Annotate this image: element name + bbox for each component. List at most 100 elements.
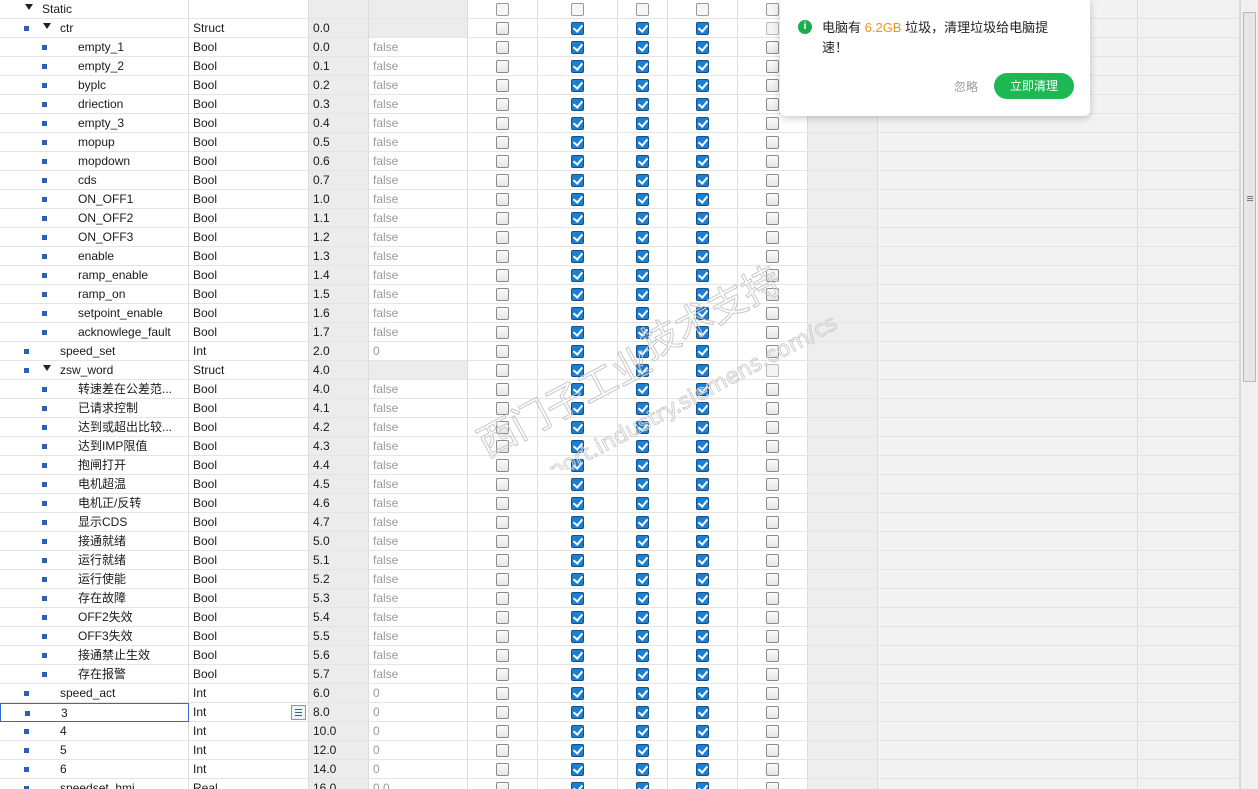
name-cell[interactable]: OFF3失效 <box>0 627 189 646</box>
hmi-access-checkbox[interactable] <box>571 516 584 529</box>
type-cell[interactable]: Bool <box>189 532 309 551</box>
hmi-access-checkbox[interactable] <box>571 326 584 339</box>
hmi-access-checkbox[interactable] <box>571 440 584 453</box>
variable-row[interactable]: ON_OFF2 Bool 1.1 false <box>0 209 1240 228</box>
default-cell[interactable]: false <box>369 114 468 133</box>
retain-checkbox[interactable] <box>496 22 509 35</box>
hmi-write-checkbox[interactable] <box>636 630 649 643</box>
comment-cell[interactable] <box>878 646 1138 665</box>
comment-cell[interactable] <box>878 418 1138 437</box>
type-cell[interactable]: Bool <box>189 475 309 494</box>
variable-row[interactable]: setpoint_enable Bool 1.6 false <box>0 304 1240 323</box>
hmi-access-checkbox[interactable] <box>571 364 584 377</box>
hmi-visible-checkbox[interactable] <box>696 79 709 92</box>
setpoint-checkbox[interactable] <box>766 763 779 776</box>
default-cell[interactable]: false <box>369 95 468 114</box>
hmi-visible-checkbox[interactable] <box>696 497 709 510</box>
hmi-write-checkbox[interactable] <box>636 117 649 130</box>
retain-checkbox[interactable] <box>496 364 509 377</box>
variable-row[interactable]: 存在报警 Bool 5.7 false <box>0 665 1240 684</box>
default-cell[interactable]: 0 <box>369 741 468 760</box>
name-cell[interactable]: empty_2 <box>0 57 189 76</box>
setpoint-checkbox[interactable] <box>766 307 779 320</box>
name-cell[interactable]: acknowlege_fault <box>0 323 189 342</box>
name-cell[interactable]: speedset_hmi <box>0 779 189 789</box>
comment-cell[interactable] <box>878 285 1138 304</box>
hmi-access-checkbox[interactable] <box>571 611 584 624</box>
hmi-access-checkbox[interactable] <box>571 630 584 643</box>
default-cell[interactable]: false <box>369 323 468 342</box>
setpoint-checkbox[interactable] <box>766 60 779 73</box>
hmi-access-checkbox[interactable] <box>571 687 584 700</box>
type-cell[interactable]: Bool <box>189 399 309 418</box>
type-cell[interactable]: Bool <box>189 323 309 342</box>
name-cell[interactable]: byplc <box>0 76 189 95</box>
setpoint-checkbox[interactable] <box>766 79 779 92</box>
setpoint-checkbox[interactable] <box>766 706 779 719</box>
hmi-write-checkbox[interactable] <box>636 383 649 396</box>
hmi-visible-checkbox[interactable] <box>696 535 709 548</box>
name-cell[interactable]: 接通禁止生效 <box>0 646 189 665</box>
default-cell[interactable]: false <box>369 380 468 399</box>
type-cell[interactable]: Bool <box>189 133 309 152</box>
default-cell[interactable]: 0 <box>369 760 468 779</box>
default-cell[interactable]: false <box>369 266 468 285</box>
hmi-access-checkbox[interactable] <box>571 725 584 738</box>
default-cell[interactable]: false <box>369 532 468 551</box>
hmi-visible-checkbox[interactable] <box>696 345 709 358</box>
type-cell[interactable]: Bool <box>189 570 309 589</box>
hmi-write-checkbox[interactable] <box>636 611 649 624</box>
default-cell[interactable] <box>369 361 468 380</box>
name-cell[interactable]: 显示CDS <box>0 513 189 532</box>
hmi-access-checkbox[interactable] <box>571 3 584 16</box>
variable-row[interactable]: 6 Int 14.0 0 <box>0 760 1240 779</box>
hmi-visible-checkbox[interactable] <box>696 459 709 472</box>
default-cell[interactable]: 0 <box>369 703 468 722</box>
setpoint-checkbox[interactable] <box>766 212 779 225</box>
comment-cell[interactable] <box>878 437 1138 456</box>
retain-checkbox[interactable] <box>496 763 509 776</box>
comment-cell[interactable] <box>878 190 1138 209</box>
type-cell[interactable]: Bool <box>189 95 309 114</box>
retain-checkbox[interactable] <box>496 193 509 206</box>
comment-cell[interactable] <box>878 399 1138 418</box>
default-cell[interactable]: 0 <box>369 342 468 361</box>
comment-cell[interactable] <box>878 171 1138 190</box>
setpoint-checkbox[interactable] <box>766 440 779 453</box>
hmi-visible-checkbox[interactable] <box>696 402 709 415</box>
type-cell[interactable]: Bool <box>189 627 309 646</box>
setpoint-checkbox[interactable] <box>766 22 779 35</box>
comment-cell[interactable] <box>878 532 1138 551</box>
hmi-write-checkbox[interactable] <box>636 782 649 789</box>
default-cell[interactable]: false <box>369 76 468 95</box>
hmi-visible-checkbox[interactable] <box>696 22 709 35</box>
default-cell[interactable]: false <box>369 285 468 304</box>
default-cell[interactable]: false <box>369 456 468 475</box>
hmi-access-checkbox[interactable] <box>571 744 584 757</box>
hmi-write-checkbox[interactable] <box>636 421 649 434</box>
type-cell[interactable]: Struct <box>189 19 309 38</box>
default-cell[interactable]: false <box>369 570 468 589</box>
hmi-access-checkbox[interactable] <box>571 649 584 662</box>
comment-cell[interactable] <box>878 741 1138 760</box>
expand-triangle-icon[interactable] <box>43 365 51 371</box>
setpoint-checkbox[interactable] <box>766 155 779 168</box>
hmi-access-checkbox[interactable] <box>571 497 584 510</box>
setpoint-checkbox[interactable] <box>766 687 779 700</box>
name-cell[interactable]: 存在报警 <box>0 665 189 684</box>
default-cell[interactable]: false <box>369 494 468 513</box>
setpoint-checkbox[interactable] <box>766 611 779 624</box>
type-cell[interactable]: Real <box>189 779 309 789</box>
default-cell[interactable]: false <box>369 133 468 152</box>
type-cell[interactable]: Bool <box>189 57 309 76</box>
hmi-access-checkbox[interactable] <box>571 60 584 73</box>
type-cell[interactable]: Bool <box>189 114 309 133</box>
hmi-access-checkbox[interactable] <box>571 98 584 111</box>
variable-row[interactable]: zsw_word Struct 4.0 <box>0 361 1240 380</box>
default-cell[interactable]: 0 <box>369 722 468 741</box>
variable-row[interactable]: mopup Bool 0.5 false <box>0 133 1240 152</box>
setpoint-checkbox[interactable] <box>766 136 779 149</box>
comment-cell[interactable] <box>878 665 1138 684</box>
variable-row[interactable]: 3 Int 8.0 0 <box>0 703 1240 722</box>
setpoint-checkbox[interactable] <box>766 421 779 434</box>
